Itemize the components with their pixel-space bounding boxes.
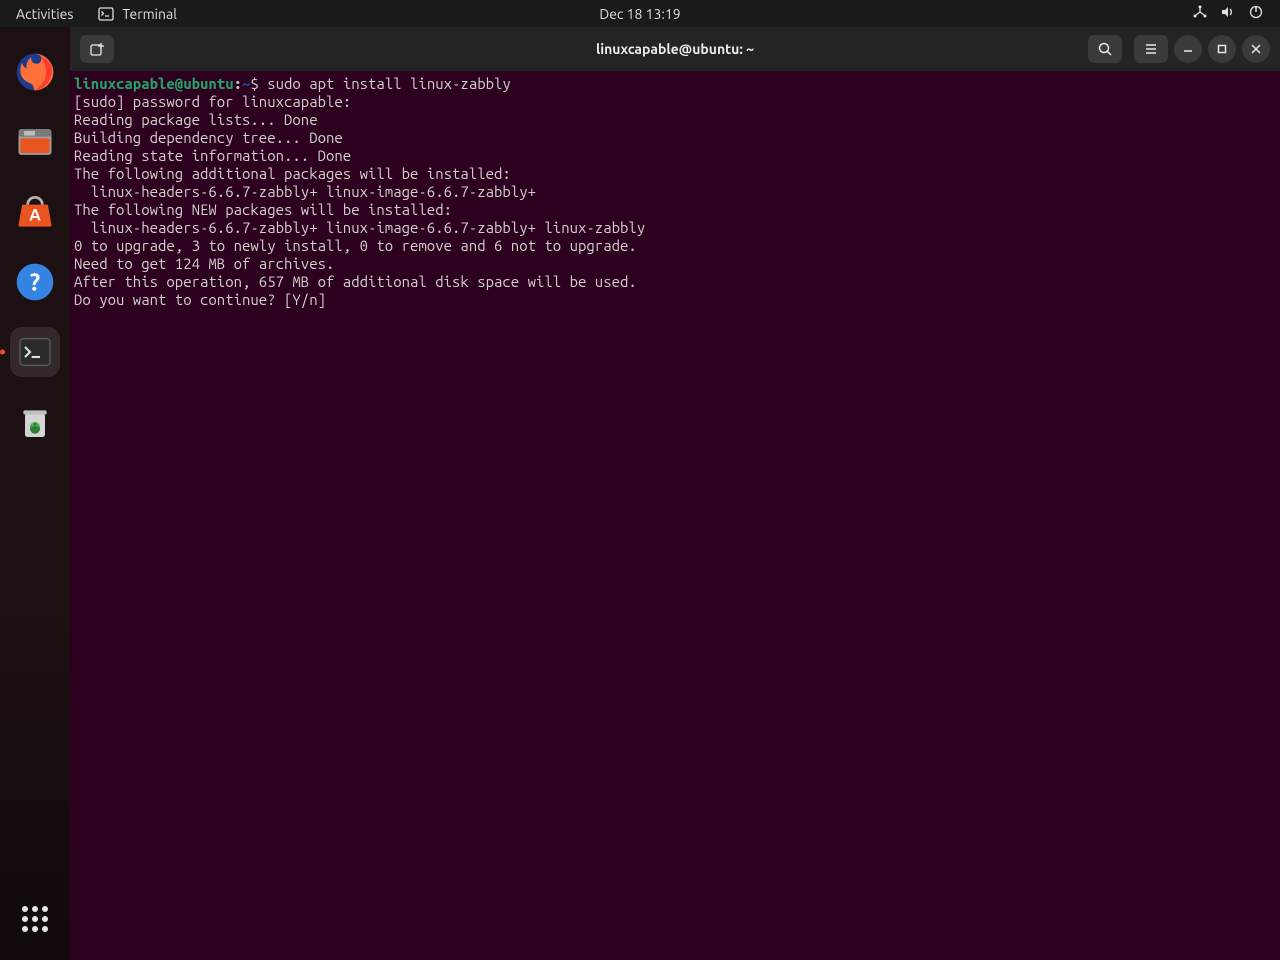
current-app-label: Terminal [122,6,177,22]
volume-icon[interactable] [1220,4,1236,23]
activities-button[interactable]: Activities [16,6,73,22]
command-text: sudo apt install linux-zabbly [267,75,511,92]
window-titlebar[interactable]: linuxcapable@ubuntu: ~ [70,27,1280,71]
minimize-button[interactable] [1174,35,1202,63]
terminal-icon [98,6,114,22]
active-indicator-dot [0,350,5,355]
minimize-icon [1182,43,1194,55]
maximize-button[interactable] [1208,35,1236,63]
window-title: linuxcapable@ubuntu: ~ [596,41,754,57]
close-button[interactable] [1242,35,1270,63]
apps-grid-icon [18,902,52,936]
prompt-symbol: $ [250,75,267,92]
output-line: linux-headers-6.6.7-zabbly+ linux-image-… [74,219,645,236]
dock-item-help[interactable]: ? [10,257,60,307]
new-tab-button[interactable] [80,35,114,63]
help-icon: ? [13,260,57,304]
prompt-sep: : [234,75,242,92]
output-line: Reading package lists... Done [74,111,318,128]
dock-item-files[interactable] [10,117,60,167]
network-icon[interactable] [1192,4,1208,23]
output-line: Need to get 124 MB of archives. [74,255,334,272]
hamburger-icon [1143,41,1159,57]
menu-button[interactable] [1134,35,1168,63]
trash-icon [15,402,55,442]
clock[interactable]: Dec 18 13:19 [599,6,680,22]
show-applications-button[interactable] [18,902,52,940]
svg-text:?: ? [30,268,40,295]
dock-item-terminal[interactable] [10,327,60,377]
current-app[interactable]: Terminal [98,6,177,22]
maximize-icon [1216,43,1228,55]
firefox-icon [13,50,57,94]
output-line: Reading state information... Done [74,147,351,164]
files-icon [13,120,57,164]
dock-item-software[interactable]: A [10,187,60,237]
output-line: After this operation, 657 MB of addition… [74,273,637,290]
terminal-output[interactable]: linuxcapable@ubuntu:~$ sudo apt install … [70,71,1280,960]
dock-item-trash[interactable] [10,397,60,447]
software-center-icon: A [13,190,57,234]
output-line: linux-headers-6.6.7-zabbly+ linux-image-… [74,183,536,200]
dock: A ? [0,27,70,960]
output-line: [sudo] password for linuxcapable: [74,93,360,110]
search-button[interactable] [1088,35,1122,63]
output-line: The following NEW packages will be insta… [74,201,452,218]
close-icon [1250,43,1262,55]
terminal-app-icon [15,332,55,372]
top-bar: Activities Terminal Dec 18 13:19 [0,0,1280,27]
svg-text:A: A [29,206,41,224]
search-icon [1097,41,1113,57]
new-tab-icon [89,41,105,57]
output-line: 0 to upgrade, 3 to newly install, 0 to r… [74,237,637,254]
work-area: linuxcapable@ubuntu: ~ linuxcapa [70,27,1280,960]
prompt-user: linuxcapable@ubuntu [74,75,234,92]
output-line: The following additional packages will b… [74,165,511,182]
output-line: Building dependency tree... Done [74,129,343,146]
terminal-window: linuxcapable@ubuntu: ~ linuxcapa [70,27,1280,960]
power-icon[interactable] [1248,4,1264,23]
dock-item-firefox[interactable] [10,47,60,97]
output-line: Do you want to continue? [Y/n] [74,291,334,308]
